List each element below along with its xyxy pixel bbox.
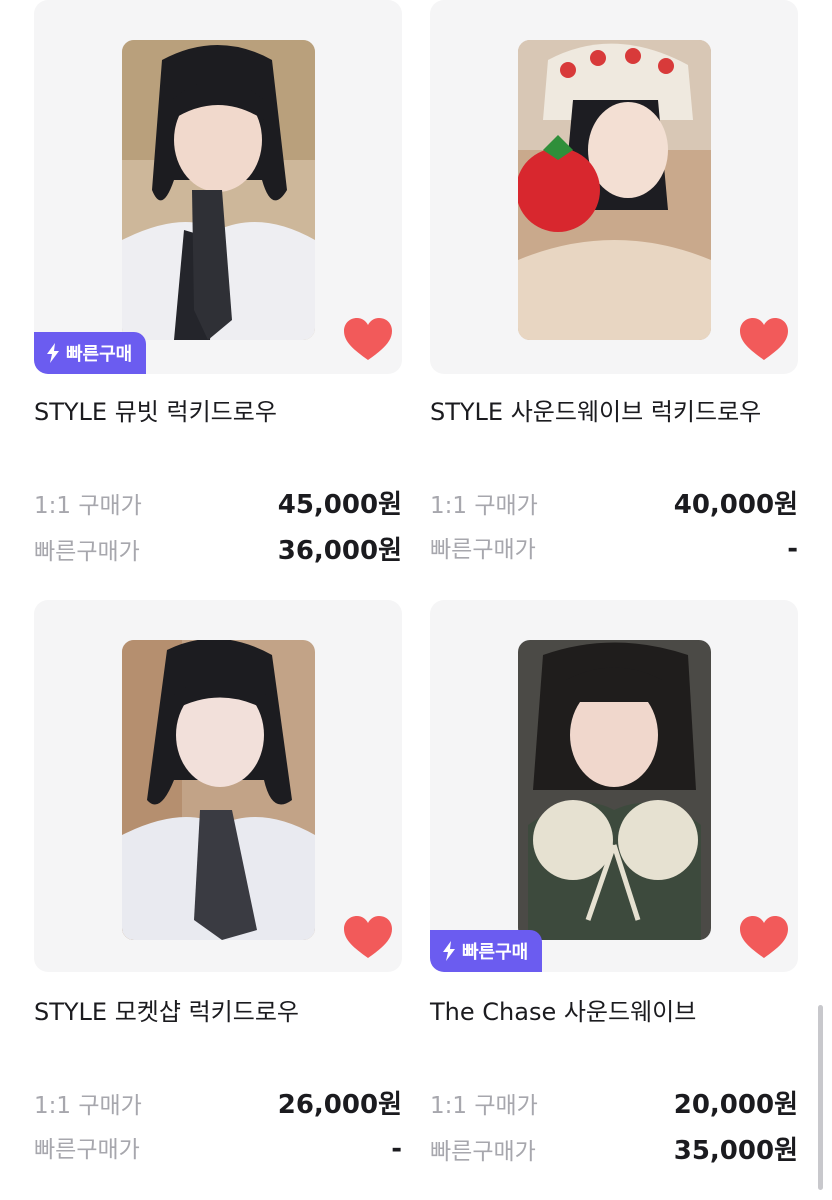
product-card[interactable]: 빠른구매 The Chase 사운드웨이브 1:1 구매가 20,000원 빠른… — [430, 600, 798, 1166]
price-label-quick: 빠른구매가 — [34, 539, 140, 565]
product-card[interactable]: STYLE 사운드웨이브 럭키드로우 1:1 구매가 40,000원 빠른구매가… — [430, 0, 798, 564]
product-thumbnail[interactable] — [34, 600, 402, 972]
scrollbar[interactable] — [818, 1005, 823, 1190]
price-value-1to1: 20,000원 — [673, 1090, 798, 1120]
price-value-quick: 35,000원 — [673, 1136, 798, 1166]
product-card[interactable]: 빠른구매 STYLE 뮤빗 럭키드로우 1:1 구매가 45,000원 빠른구매… — [34, 0, 402, 566]
quick-buy-badge: 빠른구매 — [34, 332, 147, 374]
price-value-1to1: 45,000원 — [277, 490, 402, 520]
price-label-quick: 빠른구매가 — [430, 1139, 536, 1165]
price-row-1to1: 1:1 구매가 45,000원 — [34, 484, 402, 521]
product-title[interactable]: STYLE 사운드웨이브 럭키드로우 — [430, 392, 761, 427]
price-row-1to1: 1:1 구매가 20,000원 — [430, 1084, 798, 1121]
price-row-quick: 빠른구매가 - — [430, 530, 798, 564]
photocard-image — [518, 640, 711, 940]
product-thumbnail[interactable]: 빠른구매 — [34, 0, 402, 374]
like-heart-icon[interactable] — [344, 318, 392, 362]
price-row-quick: 빠른구매가 35,000원 — [430, 1130, 798, 1167]
product-thumbnail[interactable]: 빠른구매 — [430, 600, 798, 972]
lightning-icon — [443, 941, 455, 961]
price-label-1to1: 1:1 구매가 — [34, 493, 142, 519]
product-grid: 빠른구매 STYLE 뮤빗 럭키드로우 1:1 구매가 45,000원 빠른구매… — [0, 0, 832, 1200]
price-label-1to1: 1:1 구매가 — [430, 493, 538, 519]
price-value-1to1: 40,000원 — [673, 490, 798, 520]
photocard-image — [518, 40, 711, 340]
product-card[interactable]: STYLE 모켓샵 럭키드로우 1:1 구매가 26,000원 빠른구매가 - — [34, 600, 402, 1164]
photocard-image — [122, 640, 315, 940]
product-thumbnail[interactable] — [430, 0, 798, 374]
price-label-quick: 빠른구매가 — [430, 537, 536, 563]
product-title[interactable]: STYLE 뮤빗 럭키드로우 — [34, 392, 277, 427]
quick-buy-badge-label: 빠른구매 — [462, 942, 529, 963]
like-heart-icon[interactable] — [740, 916, 788, 960]
price-label-1to1: 1:1 구매가 — [430, 1093, 538, 1119]
price-label-quick: 빠른구매가 — [34, 1137, 140, 1163]
price-row-1to1: 1:1 구매가 40,000원 — [430, 484, 798, 521]
product-title[interactable]: STYLE 모켓샵 럭키드로우 — [34, 992, 299, 1027]
quick-buy-badge-label: 빠른구매 — [66, 344, 133, 365]
photocard-image — [122, 40, 315, 340]
price-value-1to1: 26,000원 — [277, 1090, 402, 1120]
price-value-quick: 36,000원 — [277, 536, 402, 566]
product-title[interactable]: The Chase 사운드웨이브 — [430, 992, 696, 1027]
price-row-quick: 빠른구매가 36,000원 — [34, 530, 402, 567]
price-row-quick: 빠른구매가 - — [34, 1130, 402, 1164]
like-heart-icon[interactable] — [344, 916, 392, 960]
price-row-1to1: 1:1 구매가 26,000원 — [34, 1084, 402, 1121]
like-heart-icon[interactable] — [740, 318, 788, 362]
price-value-quick: - — [391, 1134, 402, 1164]
lightning-icon — [47, 343, 59, 363]
price-label-1to1: 1:1 구매가 — [34, 1093, 142, 1119]
price-value-quick: - — [787, 534, 798, 564]
quick-buy-badge: 빠른구매 — [430, 930, 543, 972]
